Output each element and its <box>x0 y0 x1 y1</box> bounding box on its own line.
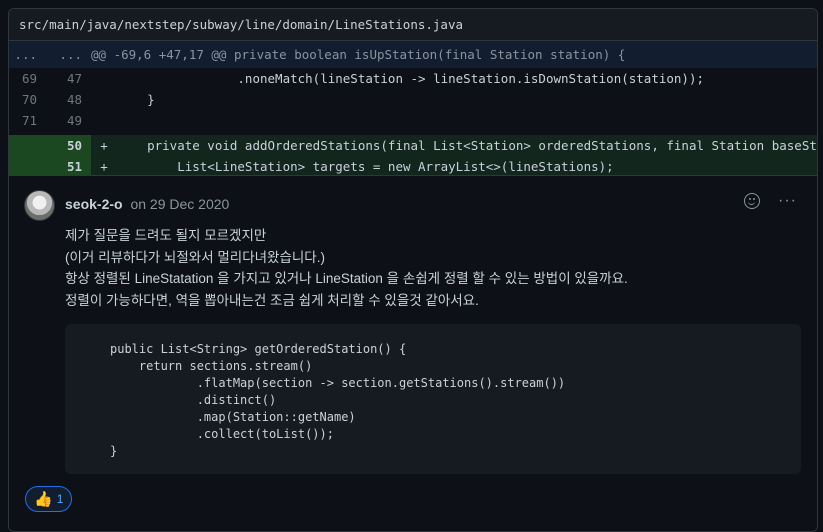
code-line: } <box>110 444 118 458</box>
code-line: .distinct() <box>110 393 277 407</box>
comment-paragraph: 항상 정렬된 LineStatation 을 가지고 있거나 LineStati… <box>65 271 628 286</box>
new-line-number[interactable]: 51 <box>46 156 91 177</box>
file-path[interactable]: src/main/java/nextstep/subway/line/domai… <box>19 17 463 32</box>
diff-code-text <box>117 110 817 131</box>
author-name[interactable]: seok-2-o <box>65 196 123 212</box>
expand-up-button[interactable]: ... <box>9 41 46 68</box>
diff-code-text: List<LineStation> targets = new ArrayLis… <box>117 159 614 174</box>
comment-header: seok-2-o on 29 Dec 2020 <box>65 196 229 212</box>
diff-code-text: private void addOrderedStations(final Li… <box>117 138 817 153</box>
diff-marker-plus: + <box>100 159 108 174</box>
old-line-number[interactable]: 70 <box>9 89 46 110</box>
comment-date[interactable]: on 29 Dec 2020 <box>130 196 229 212</box>
reaction-thumbs-up[interactable]: 👍 1 <box>25 486 73 512</box>
comment-paragraph: 제가 질문을 드려도 될지 모르겠지만 <box>65 228 267 243</box>
comment-actions: ··· <box>744 193 797 209</box>
expand-down-button[interactable]: ... <box>46 41 91 68</box>
new-line-number[interactable]: 50 <box>46 135 91 156</box>
diff-code-text: } <box>117 92 155 107</box>
diff-marker-plus: + <box>100 138 108 153</box>
reaction-count: 1 <box>56 492 64 506</box>
diff-code-line: .noneMatch(lineStation -> lineStation.is… <box>117 68 817 89</box>
comment-paragraph: 정렬이 가능하다면, 역을 뽑아내는건 조금 쉽게 처리할 수 있을것 같아서요… <box>65 292 479 308</box>
new-line-number[interactable]: 48 <box>46 89 91 110</box>
diff-table: ... ... @@ -69,6 +47,17 @@ private boole… <box>9 41 817 177</box>
code-line: return sections.stream() <box>110 359 313 373</box>
diff-row-added: 51 + List<LineStation> targets = new Arr… <box>9 156 817 177</box>
review-comment: seok-2-o on 29 Dec 2020 ··· 제가 질문을 드려도 될… <box>9 175 817 531</box>
thumbs-up-icon: 👍 <box>34 491 53 508</box>
new-line-number[interactable]: 49 <box>46 110 91 131</box>
diff-marker <box>91 110 117 131</box>
code-line: public List<String> getOrderedStation() … <box>110 342 407 356</box>
diff-row-added: 50 + private void addOrderedStations(fin… <box>9 135 817 156</box>
diff-row: 70 48 } <box>9 89 817 110</box>
old-line-number[interactable] <box>9 135 46 156</box>
code-line: .map(Station::getName) <box>110 410 356 424</box>
avatar[interactable] <box>24 190 55 221</box>
comment-paragraph: (이거 리뷰하다가 뇌절와서 멀리다녀왔습니다.) <box>65 249 325 265</box>
smiley-icon[interactable] <box>744 193 761 209</box>
code-line: .flatMap(section -> section.getStations(… <box>110 376 566 390</box>
old-line-number[interactable]: 69 <box>9 68 46 89</box>
file-diff-card: src/main/java/nextstep/subway/line/domai… <box>8 8 818 532</box>
hunk-header-row: ... ... @@ -69,6 +47,17 @@ private boole… <box>9 41 817 68</box>
diff-row: 71 49 <box>9 110 817 131</box>
diff-marker <box>91 68 117 89</box>
kebab-menu-icon[interactable]: ··· <box>778 193 797 209</box>
old-line-number[interactable] <box>9 156 46 177</box>
diff-marker <box>91 89 117 110</box>
old-line-number[interactable]: 71 <box>9 110 46 131</box>
hunk-header-text: @@ -69,6 +47,17 @@ private boolean isUpS… <box>91 47 626 62</box>
new-line-number[interactable]: 47 <box>46 68 91 89</box>
file-header: src/main/java/nextstep/subway/line/domai… <box>9 9 817 41</box>
diff-row: 69 47 .noneMatch(lineStation -> lineStat… <box>9 68 817 89</box>
smiley-mouth <box>748 200 756 205</box>
diff-code-text: .noneMatch(lineStation -> lineStation.is… <box>117 71 704 86</box>
code-line: .collect(toList()); <box>110 427 334 441</box>
comment-body: 제가 질문을 드려도 될지 모르겠지만 (이거 리뷰하다가 뇌절와서 멀리다녀왔… <box>65 225 628 311</box>
comment-code-block: public List<String> getOrderedStation() … <box>65 324 801 474</box>
